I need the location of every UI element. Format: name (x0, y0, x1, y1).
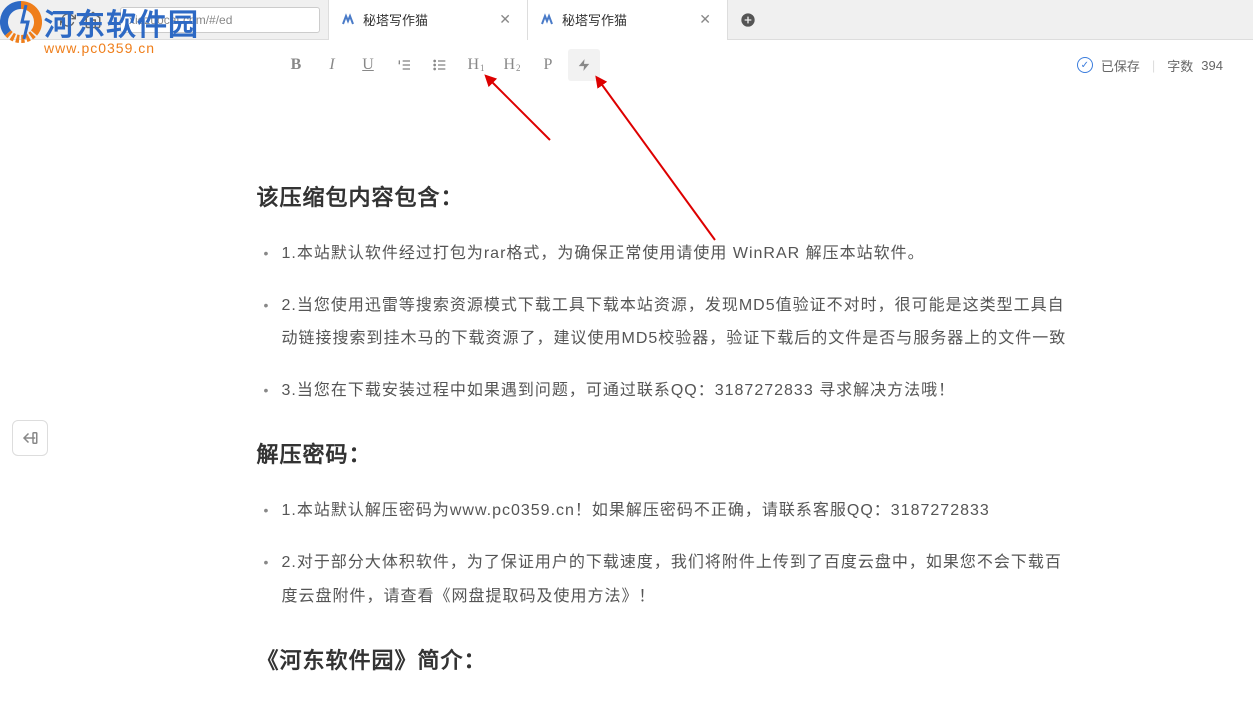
bold-button[interactable]: B (280, 49, 312, 81)
url-text: xiezuocat.com/#/ed (129, 13, 232, 27)
home-icon[interactable] (84, 11, 102, 29)
new-tab-button[interactable] (728, 0, 768, 40)
reload-icon[interactable] (60, 12, 76, 28)
paragraph-button[interactable]: P (532, 49, 564, 81)
lightning-button[interactable] (568, 49, 600, 81)
section-heading: 解压密码： (257, 437, 1067, 469)
divider: | (1152, 58, 1155, 73)
tab-title: 秘塔写作猫 (363, 10, 487, 29)
tab-title: 秘塔写作猫 (562, 10, 687, 29)
section-heading: 该压缩包内容包含： (257, 180, 1067, 212)
word-count-value: 394 (1201, 58, 1223, 73)
back-button[interactable] (12, 420, 48, 456)
list-item: 2.当您使用迅雷等搜索资源模式下载工具下载本站资源，发现MD5值验证不对时，很可… (282, 289, 1067, 356)
list-item: 3.当您在下载安装过程中如果遇到问题，可通过联系QQ：3187272833 寻求… (282, 374, 1067, 408)
unordered-list-button[interactable] (424, 49, 456, 81)
section-heading: 《河东软件园》简介： (257, 643, 1067, 675)
underline-button[interactable]: U (352, 49, 384, 81)
content-list: 1.本站默认软件经过打包为rar格式，为确保正常使用请使用 WinRAR 解压本… (257, 237, 1067, 407)
editor-body[interactable]: 该压缩包内容包含： 1.本站默认软件经过打包为rar格式，为确保正常使用请使用 … (60, 90, 1253, 714)
content-list: 1.本站默认解压密码为www.pc0359.cn！如果解压密码不正确，请联系客服… (257, 494, 1067, 613)
browser-tab[interactable]: 秘塔写作猫 ✕ (528, 0, 728, 40)
editor-toolbar: B I U H1 H2 P ✓ 已保存 | 字数 (60, 40, 1253, 90)
tab-favicon (540, 13, 554, 27)
heading1-button[interactable]: H1 (460, 49, 492, 81)
word-count-label: 字数 (1167, 56, 1193, 75)
tab-close-icon[interactable]: ✕ (495, 11, 515, 28)
tab-close-icon[interactable]: ✕ (695, 11, 715, 28)
saved-label: 已保存 (1101, 56, 1140, 75)
list-item: 1.本站默认解压密码为www.pc0359.cn！如果解压密码不正确，请联系客服… (282, 494, 1067, 528)
tab-favicon (341, 13, 355, 27)
url-bar[interactable]: xiezuocat.com/#/ed (120, 7, 320, 33)
left-sidebar (0, 40, 60, 714)
ordered-list-button[interactable] (388, 49, 420, 81)
italic-button[interactable]: I (316, 49, 348, 81)
list-item: 1.本站默认软件经过打包为rar格式，为确保正常使用请使用 WinRAR 解压本… (282, 237, 1067, 271)
browser-tab-bar: xiezuocat.com/#/ed 秘塔写作猫 ✕ 秘塔写作猫 ✕ (0, 0, 1253, 40)
browser-tab[interactable]: 秘塔写作猫 ✕ (328, 0, 528, 40)
heading2-button[interactable]: H2 (496, 49, 528, 81)
list-item: 2.对于部分大体积软件，为了保证用户的下载速度，我们将附件上传到了百度云盘中，如… (282, 546, 1067, 613)
saved-check-icon: ✓ (1077, 57, 1093, 73)
